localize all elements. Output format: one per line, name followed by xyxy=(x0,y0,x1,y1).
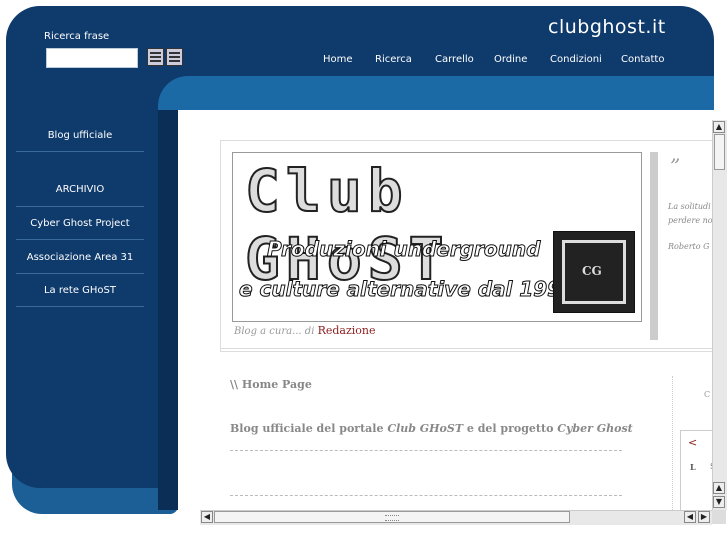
nav-ordine[interactable]: Ordine xyxy=(494,54,527,65)
side-arrow-icon[interactable]: < xyxy=(688,436,697,449)
nav-contatto[interactable]: Contatto xyxy=(621,54,664,65)
vertical-scroll-thumb[interactable] xyxy=(714,134,725,170)
post-title-mid: e del progetto xyxy=(466,422,554,435)
search-input[interactable] xyxy=(46,48,138,68)
breadcrumb: \\ Home Page xyxy=(230,378,312,391)
scroll-down-icon[interactable]: ▼ xyxy=(713,496,725,508)
banner-image: Club GHoST Produzioni underground e cult… xyxy=(232,152,642,322)
sidebar-item-cyber-ghost[interactable]: Cyber Ghost Project xyxy=(16,218,144,229)
credit-by: di xyxy=(304,326,315,337)
banner-subtitle-2: e culture alternative dal 1994 xyxy=(238,277,576,302)
blog-credit: Blog a cura... di Redazione xyxy=(234,324,376,337)
dashed-divider xyxy=(230,495,622,496)
celtic-seal-icon xyxy=(553,231,635,313)
nav-condizioni[interactable]: Condizioni xyxy=(550,54,602,65)
author-link[interactable]: Redazione xyxy=(318,324,376,337)
divider xyxy=(220,348,712,349)
nav-home[interactable]: Home xyxy=(323,54,353,65)
post-title-em: Club GHoST xyxy=(387,422,464,435)
sidebar-divider xyxy=(16,273,144,274)
sidebar-divider xyxy=(16,206,144,207)
banner-subtitle-1: Produzioni underground xyxy=(266,237,541,262)
sidebar-item-rete-ghost[interactable]: La rete GHoST xyxy=(16,285,144,296)
sidebar-frame xyxy=(6,60,178,488)
sidebar-divider xyxy=(16,306,144,307)
scroll-left-icon[interactable]: ◀ xyxy=(684,511,696,523)
vertical-scrollbar[interactable] xyxy=(712,120,727,510)
scroll-left-icon[interactable]: ◀ xyxy=(201,511,213,523)
sidebar-divider xyxy=(16,151,144,152)
scroll-corner xyxy=(712,510,726,524)
horizontal-scroll-thumb[interactable] xyxy=(214,511,570,523)
quote-line: La solitudi xyxy=(668,202,711,211)
post-title: Blog ufficiale del portale Club GHoST e … xyxy=(230,422,633,435)
scroll-up-icon[interactable]: ▲ xyxy=(713,482,725,494)
credit-prefix: Blog a cura... xyxy=(234,326,302,337)
side-text: C xyxy=(704,390,711,399)
nav-carrello[interactable]: Carrello xyxy=(435,54,474,65)
sidebar-item-area31[interactable]: Associazione Area 31 xyxy=(16,252,144,263)
accent-bar xyxy=(158,76,714,110)
search-label: Ricerca frase xyxy=(44,31,110,42)
advanced-search-button-icon[interactable] xyxy=(166,48,183,66)
content-panel: Club GHoST Produzioni underground e cult… xyxy=(200,120,712,510)
post-title-em: Cyber Ghost xyxy=(557,422,633,435)
nav-ricerca[interactable]: Ricerca xyxy=(375,54,412,65)
dashed-divider xyxy=(230,450,622,451)
quote-text: La solitudi perdere no xyxy=(668,200,712,228)
scroll-right-icon[interactable]: ▶ xyxy=(698,511,710,523)
side-text: L xyxy=(690,462,696,472)
sidebar-item-archivio[interactable]: ARCHIVIO xyxy=(16,184,144,195)
grip-icon xyxy=(385,515,399,521)
post-title-prefix: Blog ufficiale del portale xyxy=(230,422,384,435)
quote-bar xyxy=(650,152,658,340)
quote-line: perdere no xyxy=(668,216,712,225)
site-logo[interactable]: clubghost.it xyxy=(548,16,666,38)
scroll-up-icon[interactable]: ▲ xyxy=(713,121,725,133)
sidebar-divider xyxy=(16,239,144,240)
side-divider xyxy=(672,376,673,510)
sidebar-edge xyxy=(158,110,178,510)
quote-mark-icon: ” xyxy=(670,154,681,178)
quote-author: Roberto G xyxy=(668,242,710,251)
search-button-icon[interactable] xyxy=(147,48,164,66)
sidebar-item-blog[interactable]: Blog ufficiale xyxy=(16,130,144,141)
